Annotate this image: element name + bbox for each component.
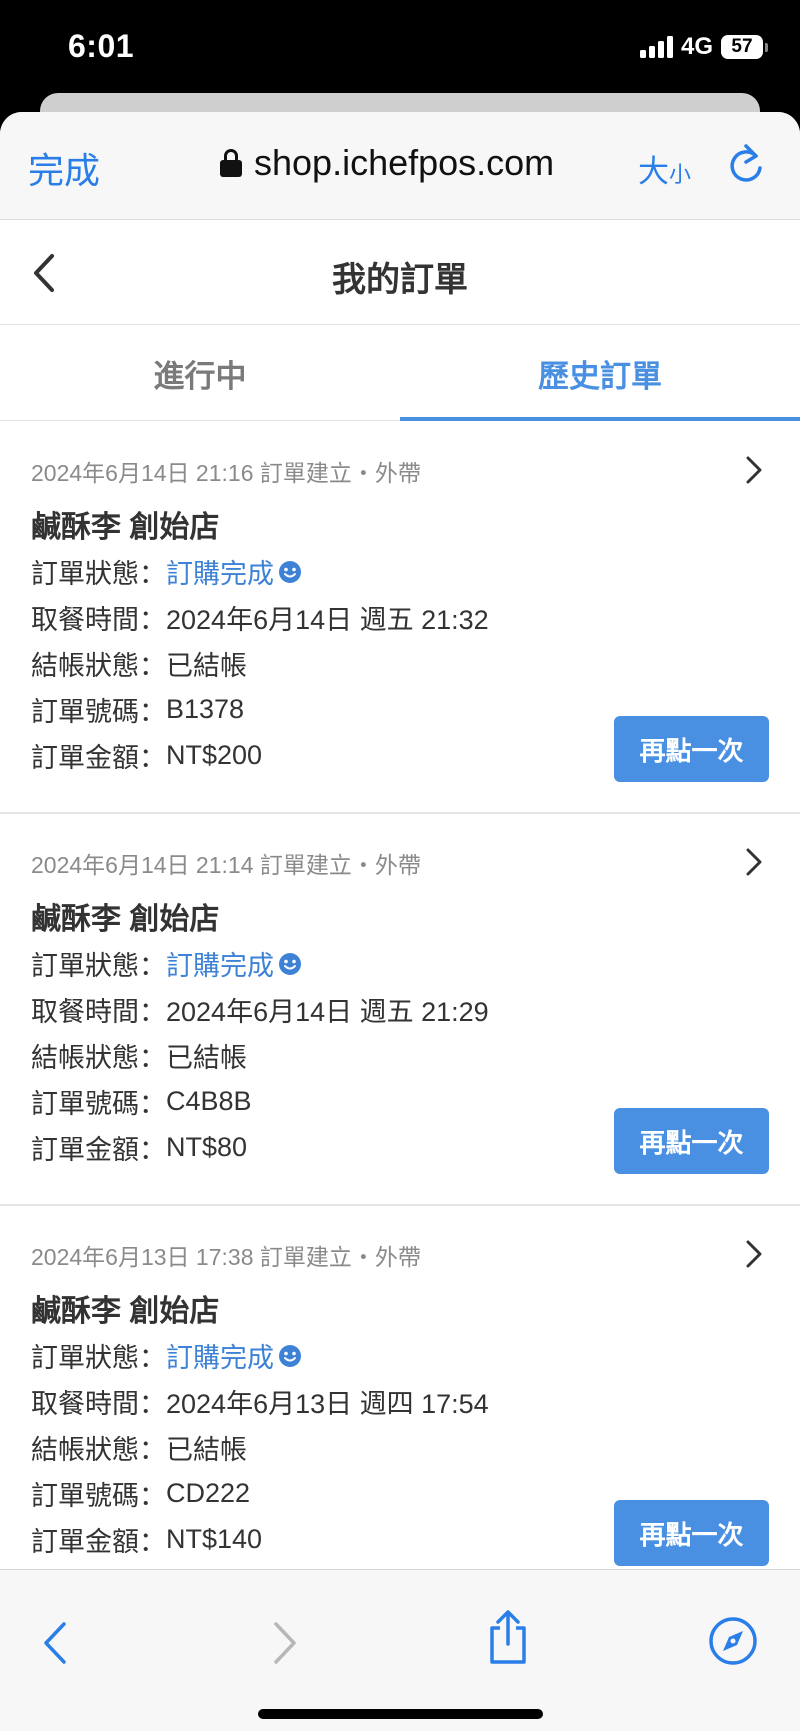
pickup-time-label: 取餐時間： xyxy=(31,605,166,635)
order-amount-label: 訂單金額： xyxy=(31,743,166,773)
order-number-label: 訂單號碼： xyxy=(31,1481,166,1511)
order-status-value: 訂購完成 xyxy=(166,1343,274,1373)
tab-history[interactable]: 歷史訂單 xyxy=(400,326,800,421)
order-status-label: 訂單狀態： xyxy=(31,951,166,981)
order-amount-label: 訂單金額： xyxy=(31,1527,166,1557)
browser-sheet: 完成 shop.ichefpos.com 大小 我的訂單 進行中 歷史訂單 20… xyxy=(0,112,800,1731)
home-indicator xyxy=(258,1709,543,1719)
reorder-button[interactable]: 再點一次 xyxy=(614,716,769,782)
order-amount-value: NT$80 xyxy=(166,1132,248,1162)
text-size-button[interactable]: 大小 xyxy=(638,146,691,191)
browser-toolbar xyxy=(0,1569,800,1731)
page-header: 我的訂單 xyxy=(0,220,800,325)
forward-icon[interactable] xyxy=(270,1620,300,1666)
payment-status-value: 已結帳 xyxy=(166,1043,247,1073)
reorder-button[interactable]: 再點一次 xyxy=(614,1108,769,1174)
cellular-signal-icon xyxy=(639,36,673,58)
order-status-row: 訂單狀態： 訂購完成 xyxy=(31,552,302,591)
payment-status-row: 結帳狀態： 已結帳 xyxy=(31,1428,247,1467)
order-meta: 2024年6月14日 21:14 訂單建立・外帶 xyxy=(31,852,421,878)
store-name: 鹹酥李 創始店 xyxy=(31,511,220,544)
status-indicators: 4G 57 xyxy=(639,32,768,62)
order-number-label: 訂單號碼： xyxy=(31,697,166,727)
order-status-value: 訂購完成 xyxy=(166,559,274,589)
browser-url-bar: 完成 shop.ichefpos.com 大小 xyxy=(0,112,800,220)
order-status-row: 訂單狀態： 訂購完成 xyxy=(31,944,302,983)
order-amount-label: 訂單金額： xyxy=(31,1135,166,1165)
lock-icon xyxy=(220,149,242,177)
pickup-time-value: 2024年6月13日 週四 17:54 xyxy=(166,1389,489,1419)
battery-icon: 57 xyxy=(721,35,768,59)
compass-icon[interactable] xyxy=(708,1616,758,1666)
order-amount-value: NT$200 xyxy=(166,740,263,770)
status-time: 6:01 xyxy=(68,28,135,64)
order-number-row: 訂單號碼： B1378 xyxy=(31,690,244,729)
payment-status-row: 結帳狀態： 已結帳 xyxy=(31,644,247,683)
status-bar: 6:01 4G 57 xyxy=(0,0,800,100)
smile-icon xyxy=(279,560,301,583)
payment-status-label: 結帳狀態： xyxy=(31,651,166,681)
order-tabs: 進行中 歷史訂單 xyxy=(0,326,800,421)
order-number-label: 訂單號碼： xyxy=(31,1089,166,1119)
pickup-time-row: 取餐時間： 2024年6月14日 週五 21:32 xyxy=(31,598,489,637)
pickup-time-value: 2024年6月14日 週五 21:29 xyxy=(166,997,489,1027)
done-button[interactable]: 完成 xyxy=(28,142,100,194)
payment-status-value: 已結帳 xyxy=(166,1435,247,1465)
store-name: 鹹酥李 創始店 xyxy=(31,1295,220,1328)
payment-status-value: 已結帳 xyxy=(166,651,247,681)
order-number-value: CD222 xyxy=(166,1478,251,1508)
smile-icon xyxy=(279,1344,301,1367)
payment-status-label: 結帳狀態： xyxy=(31,1435,166,1465)
store-name: 鹹酥李 創始店 xyxy=(31,903,220,936)
active-tab-indicator xyxy=(400,417,800,421)
reload-icon[interactable] xyxy=(726,142,766,186)
order-number-value: C4B8B xyxy=(166,1086,252,1116)
order-status-label: 訂單狀態： xyxy=(31,559,166,589)
text-size-small: 小 xyxy=(669,162,692,187)
tab-in-progress[interactable]: 進行中 xyxy=(0,326,400,421)
order-meta: 2024年6月13日 17:38 訂單建立・外帶 xyxy=(31,1244,421,1270)
chevron-right-icon[interactable] xyxy=(744,1238,764,1270)
order-card[interactable]: 2024年6月14日 21:16 訂單建立・外帶 鹹酥李 創始店 訂單狀態： 訂購… xyxy=(0,422,800,814)
address-field[interactable]: shop.ichefpos.com xyxy=(220,142,554,184)
smile-icon xyxy=(279,952,301,975)
order-status-label: 訂單狀態： xyxy=(31,1343,166,1373)
chevron-right-icon[interactable] xyxy=(744,454,764,486)
pickup-time-row: 取餐時間： 2024年6月13日 週四 17:54 xyxy=(31,1382,489,1421)
order-number-row: 訂單號碼： C4B8B xyxy=(31,1082,252,1121)
chevron-right-icon[interactable] xyxy=(744,846,764,878)
order-amount-value: NT$140 xyxy=(166,1524,263,1554)
pickup-time-row: 取餐時間： 2024年6月14日 週五 21:29 xyxy=(31,990,489,1029)
order-number-value: B1378 xyxy=(166,694,245,724)
text-size-big: 大 xyxy=(638,154,669,189)
order-amount-row: 訂單金額： NT$140 xyxy=(31,1520,262,1559)
battery-level: 57 xyxy=(721,35,763,59)
page-title: 我的訂單 xyxy=(332,261,468,299)
pickup-time-value: 2024年6月14日 週五 21:32 xyxy=(166,605,489,635)
payment-status-row: 結帳狀態： 已結帳 xyxy=(31,1036,247,1075)
order-amount-row: 訂單金額： NT$200 xyxy=(31,736,262,775)
url-text: shop.ichefpos.com xyxy=(254,142,555,183)
pickup-time-label: 取餐時間： xyxy=(31,1389,166,1419)
share-icon[interactable] xyxy=(486,1608,530,1666)
payment-status-label: 結帳狀態： xyxy=(31,1043,166,1073)
back-icon[interactable] xyxy=(40,1620,70,1666)
order-status-row: 訂單狀態： 訂購完成 xyxy=(31,1336,302,1375)
network-type: 4G xyxy=(680,33,713,60)
order-list: 2024年6月14日 21:16 訂單建立・外帶 鹹酥李 創始店 訂單狀態： 訂購… xyxy=(0,422,800,1598)
order-status-value: 訂購完成 xyxy=(166,951,274,981)
pickup-time-label: 取餐時間： xyxy=(31,997,166,1027)
reorder-button[interactable]: 再點一次 xyxy=(614,1500,769,1566)
order-card[interactable]: 2024年6月14日 21:14 訂單建立・外帶 鹹酥李 創始店 訂單狀態： 訂購… xyxy=(0,814,800,1206)
order-amount-row: 訂單金額： NT$80 xyxy=(31,1128,247,1167)
order-meta: 2024年6月14日 21:16 訂單建立・外帶 xyxy=(31,460,421,486)
order-number-row: 訂單號碼： CD222 xyxy=(31,1474,250,1513)
order-card[interactable]: 2024年6月13日 17:38 訂單建立・外帶 鹹酥李 創始店 訂單狀態： 訂購… xyxy=(0,1206,800,1598)
